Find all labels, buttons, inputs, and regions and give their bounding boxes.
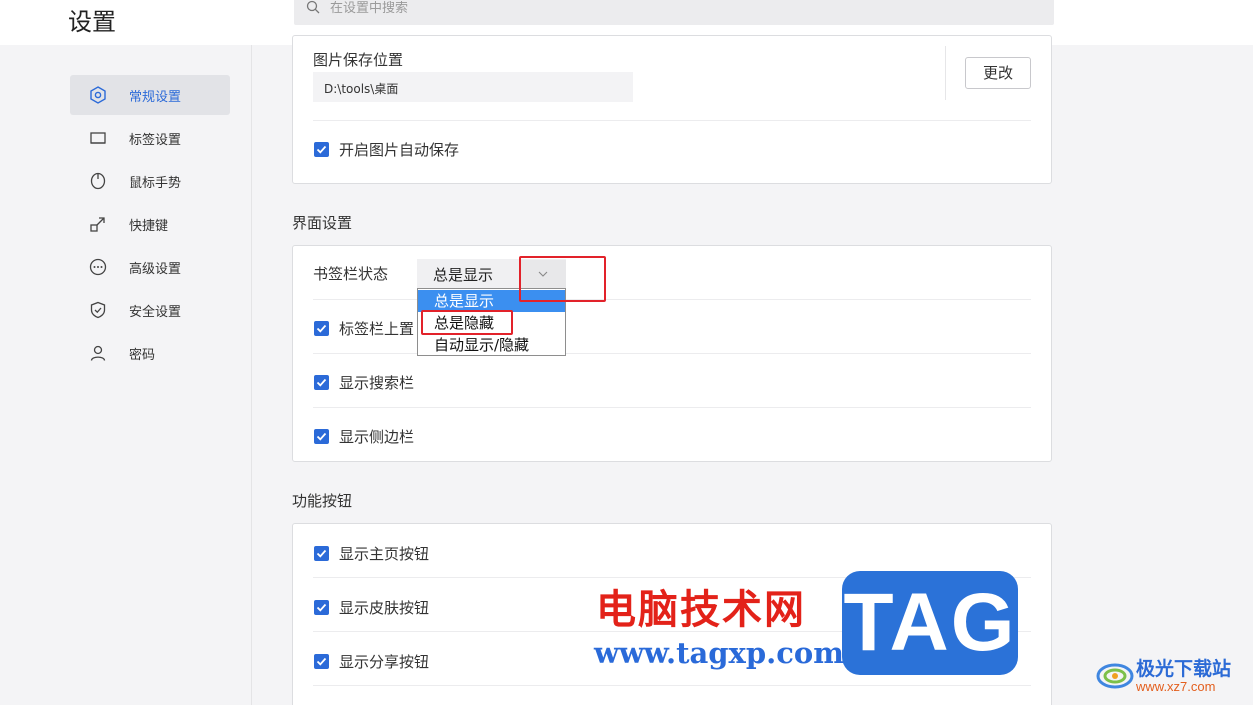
bookmark-bar-select[interactable]: 总是显示 <box>417 259 566 289</box>
dropdown-option-always-hide[interactable]: 总是隐藏 <box>418 312 565 334</box>
shortcut-arrow-icon <box>88 214 108 234</box>
divider <box>313 685 1031 686</box>
image-save-path: D:\tools\桌面 <box>313 72 633 102</box>
show-skin-button-label: 显示皮肤按钮 <box>339 599 430 617</box>
watermark-site-title: 电脑技术网 <box>596 587 806 633</box>
sidebar-item-label: 密码 <box>129 347 156 363</box>
show-skin-button-checkbox[interactable] <box>314 600 329 615</box>
check-icon <box>316 145 327 154</box>
check-icon <box>316 324 327 333</box>
sidebar-item-general[interactable]: 常规设置 <box>70 75 230 115</box>
watermark-site-url: www.xz7.com <box>1136 679 1216 694</box>
show-share-button-checkbox[interactable] <box>314 654 329 669</box>
show-sidebar-checkbox[interactable] <box>314 429 329 444</box>
vertical-divider <box>945 46 946 100</box>
sidebar-item-label: 快捷键 <box>129 218 169 234</box>
tabbar-top-checkbox[interactable] <box>314 321 329 336</box>
chevron-down-icon[interactable] <box>520 260 566 288</box>
check-icon <box>316 603 327 612</box>
search-input[interactable] <box>330 1 930 16</box>
sidebar-item-shortcuts[interactable]: 快捷键 <box>70 204 230 244</box>
divider <box>313 120 1031 121</box>
divider <box>313 407 1031 408</box>
sidebar-item-label: 鼠标手势 <box>129 175 182 191</box>
sidebar-item-label: 高级设置 <box>129 261 182 277</box>
tabbar-top-label: 标签栏上置 <box>339 320 415 338</box>
interface-card: 书签栏状态 总是显示 标签栏上置 显示搜索栏 显示侧边栏 <box>292 245 1052 462</box>
search-box[interactable] <box>294 0 1054 25</box>
watermark-url: www.tagxp.com <box>594 636 844 670</box>
check-icon <box>316 657 327 666</box>
more-circle-icon <box>88 257 108 277</box>
mouse-icon <box>88 171 108 191</box>
sidebar-item-security[interactable]: 安全设置 <box>70 290 230 330</box>
show-home-button-checkbox[interactable] <box>314 546 329 561</box>
check-icon <box>316 432 327 441</box>
show-search-bar-label: 显示搜索栏 <box>339 374 415 392</box>
sidebar-item-label: 常规设置 <box>129 89 182 105</box>
check-icon <box>316 549 327 558</box>
show-share-button-label: 显示分享按钮 <box>339 653 430 671</box>
sidebar: 常规设置 标签设置 鼠标手势 快捷键 高级设置 安全设置 密码 <box>0 45 252 705</box>
gear-hexagon-icon <box>88 85 108 105</box>
page-title: 设置 <box>68 8 116 36</box>
auto-save-checkbox[interactable] <box>314 142 329 157</box>
interface-section-title: 界面设置 <box>292 214 353 232</box>
aurora-logo-icon <box>1096 663 1134 689</box>
watermark-download-site: 极光下载站 www.xz7.com <box>1096 652 1246 698</box>
tab-icon <box>88 128 108 148</box>
sidebar-item-password[interactable]: 密码 <box>70 333 230 373</box>
user-icon <box>88 343 108 363</box>
bookmark-bar-status-label: 书签栏状态 <box>313 265 389 283</box>
image-save-location-label: 图片保存位置 <box>313 51 404 69</box>
bookmark-bar-dropdown-list: 总是显示 总是隐藏 自动显示/隐藏 <box>417 288 566 356</box>
watermark-site-name: 极光下载站 <box>1136 658 1232 680</box>
sidebar-item-advanced[interactable]: 高级设置 <box>70 247 230 287</box>
dropdown-option-auto-show-hide[interactable]: 自动显示/隐藏 <box>418 334 565 356</box>
function-buttons-section-title: 功能按钮 <box>292 492 353 510</box>
search-icon <box>306 0 320 14</box>
check-icon <box>316 378 327 387</box>
dropdown-option-always-show[interactable]: 总是显示 <box>418 290 565 312</box>
sidebar-item-label: 标签设置 <box>129 132 182 148</box>
sidebar-item-label: 安全设置 <box>129 304 182 320</box>
show-home-button-label: 显示主页按钮 <box>339 545 430 563</box>
auto-save-label: 开启图片自动保存 <box>339 141 460 159</box>
sidebar-item-mouse-gestures[interactable]: 鼠标手势 <box>70 161 230 201</box>
sidebar-item-tabs[interactable]: 标签设置 <box>70 118 230 158</box>
show-search-bar-checkbox[interactable] <box>314 375 329 390</box>
bookmark-bar-select-value: 总是显示 <box>433 266 494 284</box>
image-save-card: 图片保存位置 D:\tools\桌面 更改 开启图片自动保存 <box>292 35 1052 184</box>
shield-check-icon <box>88 300 108 320</box>
watermark-tag-logo: TAG <box>842 571 1018 675</box>
change-path-button[interactable]: 更改 <box>965 57 1031 89</box>
show-sidebar-label: 显示侧边栏 <box>339 428 415 446</box>
